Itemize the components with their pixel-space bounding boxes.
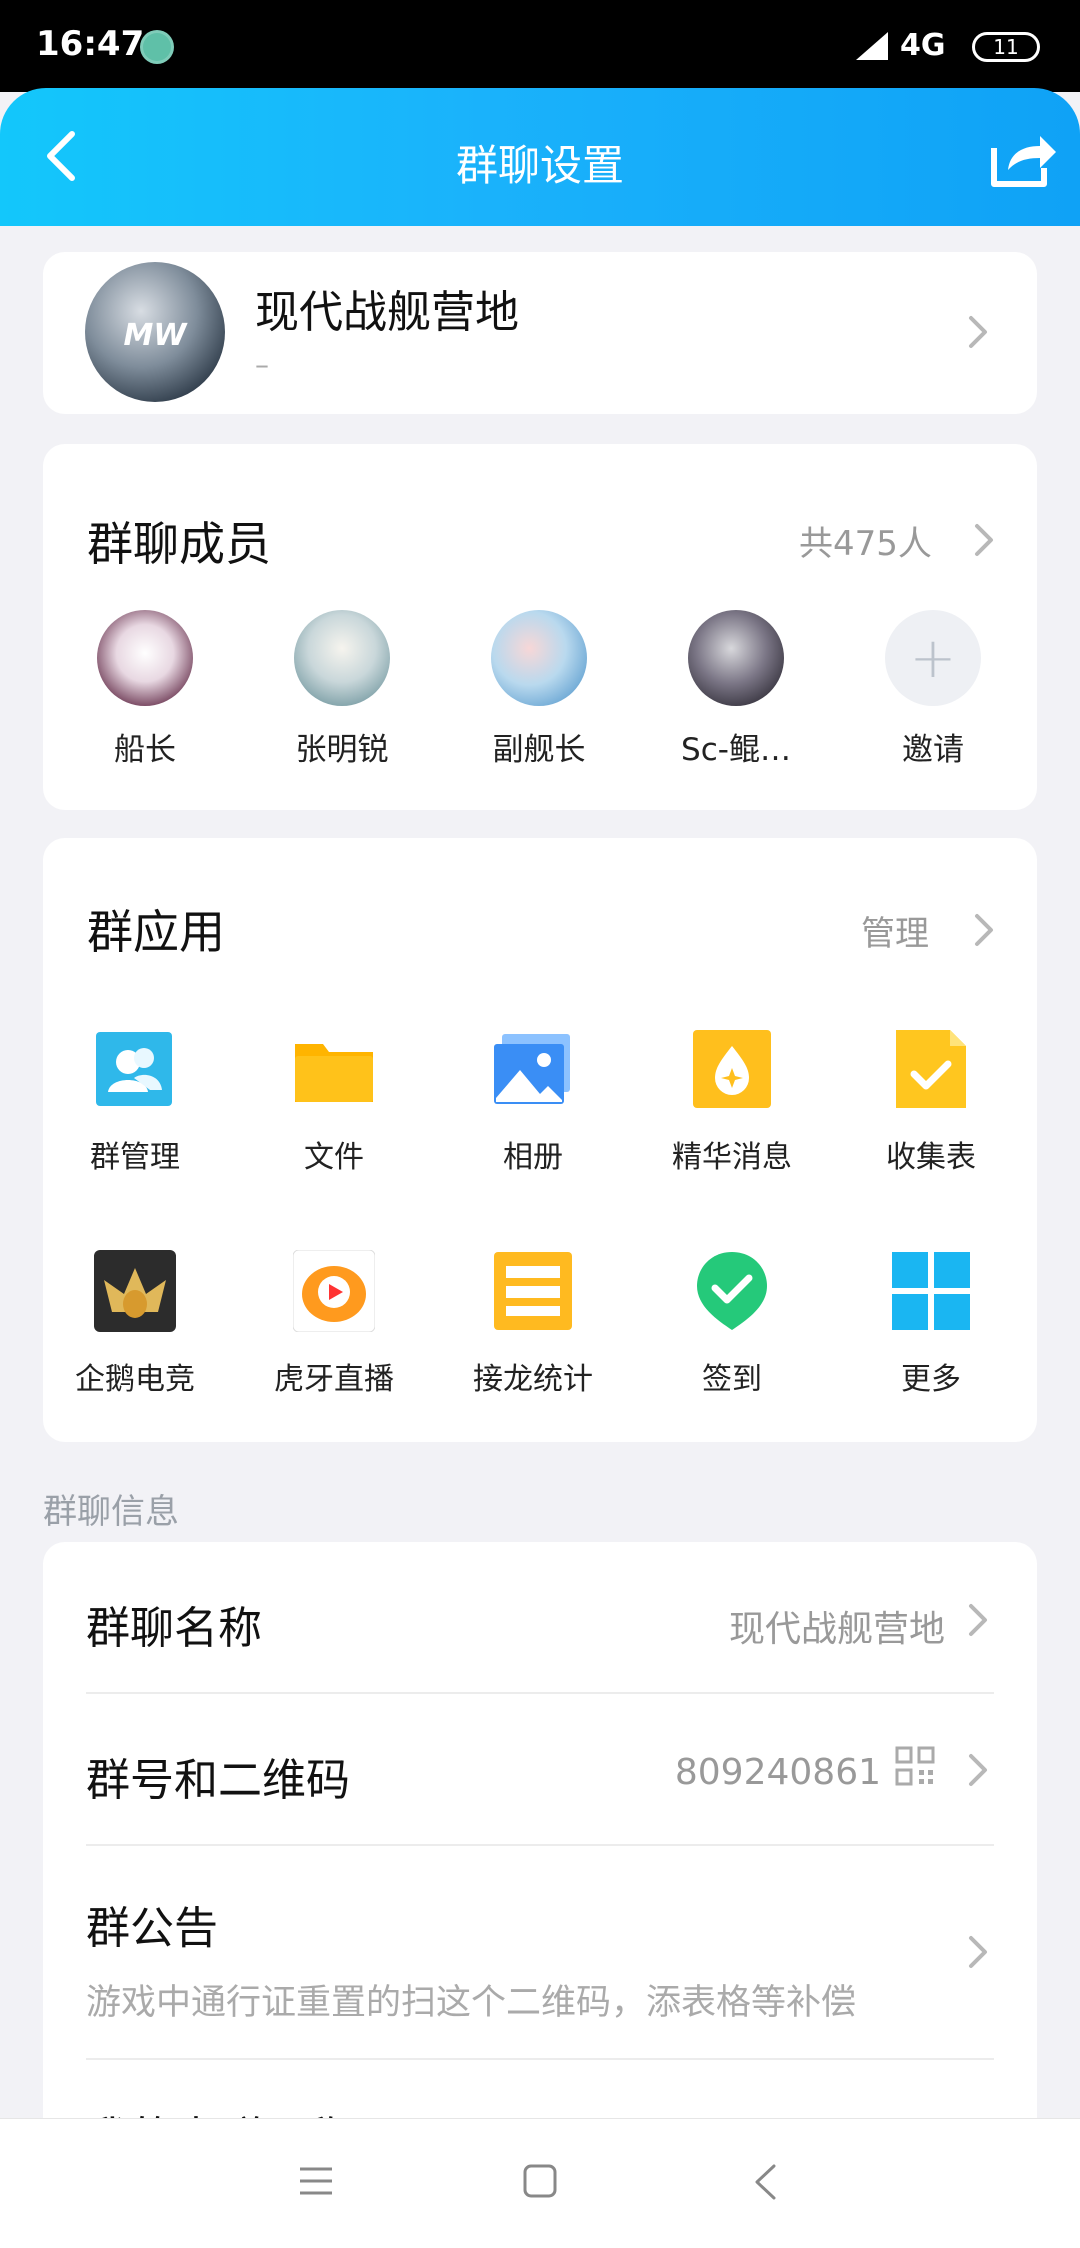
app-label: 虎牙直播: [274, 1362, 394, 1397]
app-label: 文件: [304, 1140, 364, 1175]
member-avatar: [294, 610, 390, 706]
group-profile-card[interactable]: MW 现代战舰营地 –: [43, 252, 1037, 414]
status-time: 16:47: [36, 24, 145, 64]
invite-button[interactable]: + 邀请: [853, 610, 1013, 769]
app-label: 签到: [702, 1362, 762, 1397]
app-item[interactable]: 接龙统计: [443, 1250, 623, 1398]
group-avatar: MW: [85, 262, 225, 402]
member-item[interactable]: 张明锐: [262, 610, 422, 769]
members-card: 群聊成员 共475人 船长 张明锐 副舰长 Sc-鲲… + 邀请: [43, 444, 1037, 810]
app-item[interactable]: 收集表: [841, 1028, 1021, 1176]
member-count[interactable]: 共475人: [799, 516, 932, 565]
group-subtitle: –: [255, 348, 269, 381]
group-manage-icon: [94, 1028, 176, 1110]
member-name: Sc-鲲…: [681, 732, 791, 768]
group-info-card: 群聊名称 现代战舰营地 群号和二维码 809240861 群公告 游戏中通行证重…: [43, 1542, 1037, 2202]
apps-manage[interactable]: 管理: [861, 906, 929, 955]
relay-icon: [492, 1250, 574, 1332]
apps-title: 群应用: [87, 905, 225, 959]
penguin-esports-icon: [94, 1250, 176, 1332]
section-label: 群聊信息: [43, 1492, 179, 1532]
chevron-right-icon: [969, 316, 987, 348]
home-icon[interactable]: [522, 2163, 558, 2199]
qr-code-icon: [895, 1746, 935, 1786]
chevron-right-icon: [969, 1936, 987, 1968]
members-title: 群聊成员: [87, 517, 271, 571]
app-item[interactable]: 签到: [642, 1250, 822, 1398]
row-label: 群公告: [86, 1903, 218, 1954]
chevron-right-icon[interactable]: [973, 912, 995, 948]
member-avatar: [491, 610, 587, 706]
checkin-icon: [691, 1250, 773, 1332]
member-item[interactable]: 副舰长: [459, 610, 619, 769]
member-name: 张明锐: [295, 732, 389, 768]
signal-icon: [856, 32, 888, 60]
divider: [86, 1844, 994, 1846]
member-item[interactable]: Sc-鲲…: [656, 610, 816, 769]
plus-icon: +: [885, 610, 981, 706]
folder-icon: [293, 1028, 375, 1110]
app-label: 更多: [901, 1362, 961, 1397]
member-avatar: [688, 610, 784, 706]
divider: [86, 2058, 994, 2060]
app-label: 精华消息: [672, 1140, 792, 1175]
chevron-right-icon: [969, 1754, 987, 1786]
app-item[interactable]: 企鹅电竞: [45, 1250, 225, 1398]
notice-preview: 游戏中通行证重置的扫这个二维码，添表格等补偿: [86, 1983, 857, 2023]
app-label: 群管理: [90, 1140, 180, 1175]
app-item[interactable]: 文件: [244, 1028, 424, 1176]
app-item[interactable]: 虎牙直播: [244, 1249, 424, 1398]
album-icon: [492, 1028, 574, 1110]
app-label: 相册: [503, 1140, 563, 1175]
menu-icon[interactable]: [298, 2165, 334, 2197]
app-label: 企鹅电竞: [75, 1362, 195, 1397]
more-grid-icon: [890, 1250, 972, 1332]
app-item[interactable]: 更多: [841, 1250, 1021, 1398]
app-label: 接龙统计: [473, 1362, 593, 1397]
essence-icon: [691, 1028, 773, 1110]
app-item[interactable]: 群管理: [45, 1028, 225, 1176]
app-notification-icon: [140, 30, 174, 64]
member-avatar: [97, 610, 193, 706]
member-item[interactable]: 船长: [65, 610, 225, 769]
status-bar: 16:47 4G 11: [0, 0, 1080, 92]
row-value: 现代战舰营地: [728, 1609, 945, 1650]
member-name: 副舰长: [492, 732, 586, 768]
chevron-right-icon: [969, 1604, 987, 1636]
form-icon: [890, 1028, 972, 1110]
group-apps-card: 群应用 管理 群管理 文件 相册 精华消息 收集表企鹅电竞 虎牙直播 接龙统计 签到 更多: [43, 838, 1037, 1442]
share-icon[interactable]: [988, 128, 1058, 188]
row-value: 809240861: [674, 1752, 881, 1793]
app-label: 收集表: [886, 1140, 976, 1175]
system-nav-bar: [0, 2118, 1080, 2248]
battery-icon: 11: [972, 32, 1040, 62]
huya-icon: [292, 1249, 376, 1333]
chevron-right-icon[interactable]: [973, 522, 995, 558]
invite-label: 邀请: [902, 732, 964, 768]
nav-back-icon[interactable]: [752, 2163, 778, 2201]
group-name: 现代战舰营地: [255, 287, 519, 338]
member-name: 船长: [114, 732, 176, 768]
app-item[interactable]: 精华消息: [642, 1028, 822, 1176]
group-notice-row[interactable]: 群公告 游戏中通行证重置的扫这个二维码，添表格等补偿: [86, 1892, 994, 2025]
title-bar: 群聊设置: [0, 88, 1080, 226]
app-item[interactable]: 相册: [443, 1028, 623, 1176]
page-title: 群聊设置: [455, 141, 624, 190]
network-type: 4G: [900, 28, 946, 63]
divider: [86, 1692, 994, 1694]
